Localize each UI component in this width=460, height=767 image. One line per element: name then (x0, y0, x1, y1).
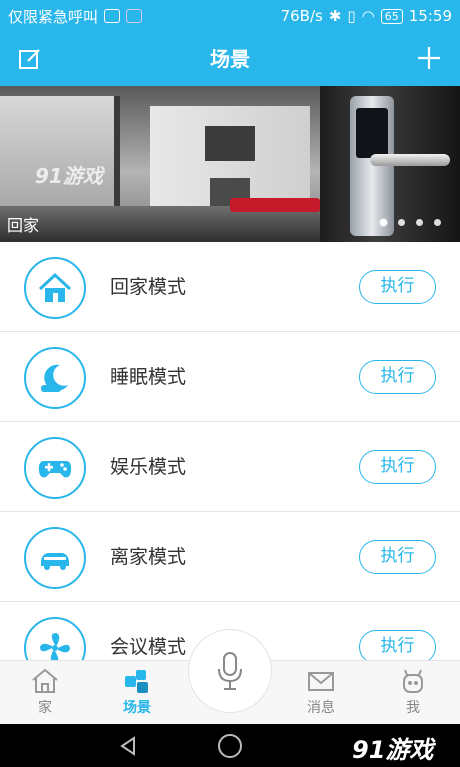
moon-icon (41, 364, 68, 392)
banner-dot[interactable] (398, 219, 405, 226)
gamepad-icon (38, 461, 72, 478)
nav-item-me[interactable]: 我 (378, 661, 448, 725)
banner-dot[interactable] (416, 219, 423, 226)
back-icon[interactable] (118, 736, 138, 756)
scene-icon-wrap (24, 257, 86, 319)
scene-icon-wrap (24, 347, 86, 409)
execute-button[interactable]: 执行 (359, 450, 436, 484)
bluetooth-icon: ✱ (328, 7, 342, 25)
nav-item-messages[interactable]: 消息 (286, 661, 356, 725)
vibrate-icon: ▯ (347, 7, 356, 25)
system-nav-bar: 91游戏 (0, 724, 460, 767)
nav-label: 场景 (123, 700, 151, 716)
wifi-icon: ◠ (361, 7, 375, 25)
brand-watermark: 91游戏 (352, 736, 434, 764)
execute-button[interactable]: 执行 (359, 630, 436, 664)
nav-item-home[interactable]: 家 (10, 661, 80, 725)
execute-button[interactable]: 执行 (359, 540, 436, 574)
banner-dot[interactable] (434, 219, 441, 226)
carrier-text: 仅限紧急呼叫 (8, 7, 99, 26)
nav-label: 我 (406, 700, 420, 716)
scene-row-home[interactable]: 回家模式 执行 (0, 242, 460, 332)
execute-button[interactable]: 执行 (359, 270, 436, 304)
scene-label: 离家模式 (110, 546, 187, 568)
scene-row-away[interactable]: 离家模式 执行 (0, 512, 460, 602)
battery-icon: 65 (380, 8, 403, 24)
scene-list: 回家模式 执行 睡眠模式 执行 娱乐模式 执行 离家模式 执行 会议模式 执行 (0, 242, 460, 692)
scene-icon-wrap (24, 527, 86, 589)
car-icon (41, 553, 69, 570)
mail-icon (308, 672, 334, 691)
clock: 15:59 (408, 7, 452, 25)
title-bar: 场景 (0, 32, 460, 86)
nav-label: 消息 (307, 700, 335, 716)
robot-icon (403, 669, 423, 693)
banner-caption: 回家 (7, 216, 40, 235)
scene-label: 娱乐模式 (110, 456, 187, 478)
banner-watermark: 91游戏 (35, 164, 103, 188)
status-bar: 仅限紧急呼叫 76B/s ✱ ▯ ◠ 65 15:59 (0, 0, 460, 32)
banner-sofa (230, 198, 320, 212)
execute-button[interactable]: 执行 (359, 360, 436, 394)
scene-icon-wrap (24, 437, 86, 499)
lock-keypad (356, 108, 388, 158)
home-icon (38, 272, 72, 302)
banner-dot[interactable] (380, 219, 387, 226)
network-speed: 76B/s (280, 7, 323, 25)
page-title: 场景 (210, 47, 250, 71)
scene-icon (125, 670, 148, 693)
house-icon (32, 668, 58, 693)
scene-label: 回家模式 (110, 276, 187, 298)
screenshot-icon (104, 9, 121, 23)
scene-label: 睡眠模式 (110, 366, 187, 388)
home-key-icon[interactable] (218, 734, 242, 758)
banner-pagination (380, 219, 441, 226)
plus-icon[interactable] (416, 45, 442, 71)
voice-button[interactable] (188, 629, 272, 713)
banner-painting (205, 126, 255, 161)
app-notification-icon (126, 9, 143, 23)
scene-row-sleep[interactable]: 睡眠模式 执行 (0, 332, 460, 422)
nav-item-scene[interactable]: 场景 (102, 661, 172, 725)
microphone-icon (218, 652, 242, 690)
scene-row-entertainment[interactable]: 娱乐模式 执行 (0, 422, 460, 512)
lock-handle (370, 154, 450, 166)
nav-label: 家 (38, 700, 52, 716)
